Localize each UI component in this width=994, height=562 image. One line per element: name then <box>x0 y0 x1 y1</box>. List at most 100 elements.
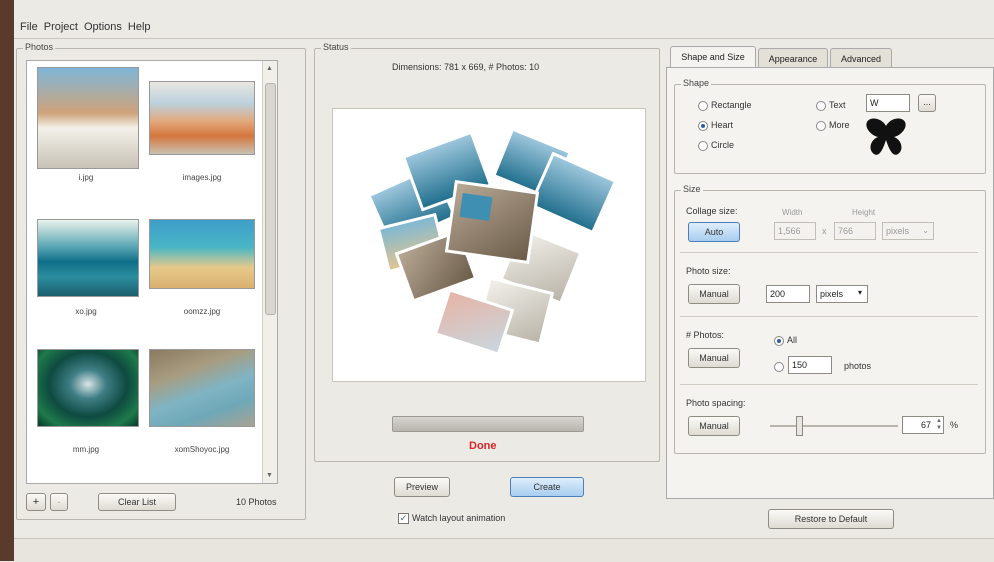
divider <box>680 316 978 317</box>
photo-item[interactable]: oomzz.jpg <box>147 211 257 331</box>
progress-fill <box>393 417 583 431</box>
watch-animation-checkbox[interactable]: ✓ <box>398 513 409 524</box>
rectangle-radio[interactable] <box>698 101 708 111</box>
photo-item[interactable]: images.jpg <box>147 67 257 187</box>
circle-label: Circle <box>711 140 735 150</box>
photo-filename: oomzz.jpg <box>183 307 221 316</box>
collage-width-input[interactable]: 1,566 <box>774 222 816 240</box>
collage-height-input[interactable]: 766 <box>834 222 876 240</box>
height-label: Height <box>852 208 876 217</box>
photo-item[interactable]: xo.jpg <box>31 211 141 331</box>
photo-item[interactable]: xomShoyoc.jpg <box>147 349 257 479</box>
photo-thumbnail <box>37 67 139 169</box>
rectangle-label: Rectangle <box>711 100 752 110</box>
menu-bar: File Project Options Help <box>14 18 994 39</box>
menu-help[interactable]: Help <box>128 21 151 33</box>
collage-auto-button[interactable]: Auto <box>688 222 740 242</box>
photo-list[interactable]: i.jpg images.jpg xo.jpg oomzz.jpg mm.jpg… <box>26 60 278 484</box>
photo-spacing-manual-button[interactable]: Manual <box>688 416 740 436</box>
shape-text-browse-button[interactable]: ... <box>918 94 936 112</box>
photo-spacing-slider[interactable] <box>770 425 898 427</box>
collage-unit-value: pixels <box>886 226 910 236</box>
collage-size-label: Collage size: <box>686 206 738 216</box>
menu-options[interactable]: Options <box>84 21 122 33</box>
photo-spacing-value: 67 <box>920 420 931 430</box>
photo-size-unit-value: pixels <box>820 289 844 299</box>
chevron-down-icon: ⌄ <box>922 226 929 235</box>
status-done-text: Done <box>469 440 497 452</box>
chevron-down-icon: ▾ <box>857 288 862 297</box>
photo-size-label: Photo size: <box>686 266 731 276</box>
menu-project[interactable]: Project <box>44 21 78 33</box>
photos-unit-label: photos <box>844 361 872 371</box>
photo-size-unit-select[interactable]: pixels ▾ <box>816 285 868 303</box>
photo-thumbnail <box>149 219 255 289</box>
shape-text-input[interactable]: W <box>866 94 910 112</box>
photo-spacing-unit: % <box>950 420 959 430</box>
photo-size-input[interactable]: 200 <box>766 285 810 303</box>
heart-collage-image <box>367 127 618 356</box>
divider <box>680 252 978 253</box>
photos-count-input[interactable]: 150 <box>788 356 832 374</box>
photo-thumbnail <box>37 349 139 427</box>
photo-thumbnail <box>149 81 255 155</box>
photo-filename: xo.jpg <box>75 307 97 316</box>
photo-filename: i.jpg <box>78 173 94 182</box>
photo-filename: mm.jpg <box>72 445 100 454</box>
photo-filename: images.jpg <box>182 173 222 182</box>
photo-spacing-input[interactable]: 67 ▲ ▼ <box>902 416 944 434</box>
status-bar <box>14 538 994 562</box>
photos-group-title: Photos <box>23 42 56 52</box>
remove-photo-button[interactable]: - <box>50 493 68 511</box>
collage-preview <box>332 108 646 382</box>
scrollbar-thumb[interactable] <box>265 83 276 315</box>
photo-list-scrollbar[interactable]: ▲ ▼ <box>262 61 277 483</box>
spinner-icon[interactable]: ▲ ▼ <box>936 418 942 432</box>
times-sign: x <box>822 226 827 236</box>
create-button[interactable]: Create <box>510 477 584 497</box>
num-photos-label: # Photos: <box>686 330 725 340</box>
all-photos-radio[interactable] <box>774 336 784 346</box>
menu-file[interactable]: File <box>20 21 38 33</box>
photo-thumbnail <box>37 219 139 297</box>
all-photos-label: All <box>787 335 798 345</box>
text-label: Text <box>829 100 846 110</box>
status-group-title: Status <box>321 42 351 52</box>
collage-unit-select[interactable]: pixels ⌄ <box>882 222 934 240</box>
photo-item[interactable]: i.jpg <box>31 67 141 187</box>
size-group-title: Size <box>681 184 703 194</box>
tab-appearance[interactable]: Appearance <box>758 48 828 68</box>
tab-shape-and-size[interactable]: Shape and Size <box>670 46 756 68</box>
width-label: Width <box>782 208 803 217</box>
shape-group-title: Shape <box>681 78 712 88</box>
restore-default-button[interactable]: Restore to Default <box>768 509 894 529</box>
circle-radio[interactable] <box>698 141 708 151</box>
app-window: File Project Options Help Photos i.jpg i… <box>14 0 994 562</box>
photo-item[interactable]: mm.jpg <box>31 349 141 479</box>
heart-label: Heart <box>711 120 734 130</box>
photo-thumbnail <box>149 349 255 427</box>
progress-bar <box>392 416 584 432</box>
preview-button[interactable]: Preview <box>394 477 450 497</box>
photo-size-manual-button[interactable]: Manual <box>688 284 740 304</box>
scroll-up-icon[interactable]: ▲ <box>266 65 273 72</box>
num-photos-manual-button[interactable]: Manual <box>688 348 740 368</box>
heart-radio[interactable] <box>698 121 708 131</box>
tab-advanced[interactable]: Advanced <box>830 48 892 68</box>
divider <box>680 384 978 385</box>
photos-count-radio[interactable] <box>774 362 784 372</box>
photo-spacing-label: Photo spacing: <box>686 398 746 408</box>
scroll-down-icon[interactable]: ▼ <box>266 472 273 479</box>
photo-filename: xomShoyoc.jpg <box>174 445 230 454</box>
photo-spacing-slider-thumb[interactable] <box>796 416 803 436</box>
add-photo-button[interactable]: + <box>26 493 46 511</box>
more-radio[interactable] <box>816 121 826 131</box>
text-radio[interactable] <box>816 101 826 111</box>
dimensions-text: Dimensions: 781 x 669, # Photos: 10 <box>392 62 540 72</box>
more-label: More <box>829 120 850 130</box>
butterfly-shape-icon[interactable] <box>864 116 908 158</box>
desktop-edge <box>0 0 14 561</box>
clear-list-button[interactable]: Clear List <box>98 493 176 511</box>
watch-animation-label: Watch layout animation <box>412 513 506 523</box>
photo-count: 10 Photos <box>236 497 277 507</box>
